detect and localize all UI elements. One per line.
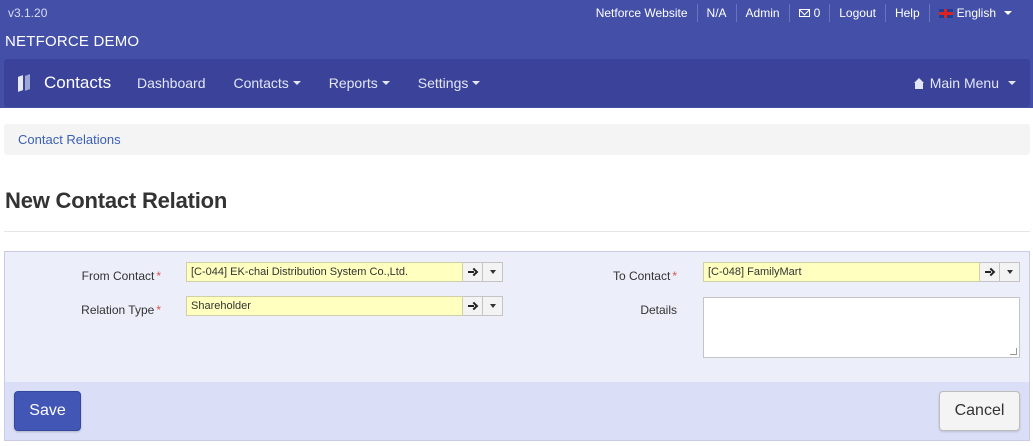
logout-label: Logout xyxy=(839,6,876,20)
version-label: v3.1.20 xyxy=(8,6,48,20)
nav-item-dashboard[interactable]: Dashboard xyxy=(123,59,220,107)
relation-type-dropdown-button[interactable] xyxy=(483,296,503,316)
nav-item-label: Contacts xyxy=(233,75,289,91)
contact-relation-form: From Contact * [C-044] EK-chai Distributi… xyxy=(4,251,1030,441)
home-icon xyxy=(913,77,925,89)
relation-type-open-button[interactable] xyxy=(463,296,483,316)
main-menu-label: Main Menu xyxy=(929,75,999,91)
to-contact-input[interactable]: [C-048] FamilyMart xyxy=(703,262,980,282)
to-contact-label: To Contact * xyxy=(585,269,677,283)
required-mark: * xyxy=(156,303,161,317)
inbox-count: 0 xyxy=(813,6,821,20)
app-header: v3.1.20 Netforce Website N/A Admin 0 Log… xyxy=(0,0,1033,108)
uk-flag-icon xyxy=(938,8,953,18)
to-contact-label-text: To Contact xyxy=(612,269,671,283)
chevron-down-icon xyxy=(1006,270,1013,274)
help-label: Help xyxy=(894,6,920,20)
chevron-down-icon xyxy=(472,81,481,85)
from-contact-field: [C-044] EK-chai Distribution System Co.,… xyxy=(186,262,503,282)
admin-link[interactable]: Admin xyxy=(735,4,789,22)
required-mark: * xyxy=(672,269,677,283)
chevron-down-icon xyxy=(381,81,390,85)
logout-link[interactable]: Logout xyxy=(829,4,885,22)
required-mark: * xyxy=(156,269,161,283)
nav-item-reports[interactable]: Reports xyxy=(315,59,404,107)
details-textarea[interactable] xyxy=(703,297,1020,358)
chevron-down-icon xyxy=(489,270,496,274)
company-name: NETFORCE DEMO xyxy=(5,33,140,50)
nav-item-contacts[interactable]: Contacts xyxy=(220,59,315,107)
from-contact-label-text: From Contact xyxy=(81,269,155,283)
nav-item-label: Settings xyxy=(417,75,469,91)
to-contact-dropdown-button[interactable] xyxy=(1000,262,1020,282)
from-contact-dropdown-button[interactable] xyxy=(483,262,503,282)
save-button[interactable]: Save xyxy=(14,391,81,431)
chevron-down-icon xyxy=(489,304,496,308)
help-link[interactable]: Help xyxy=(884,4,929,22)
admin-label: Admin xyxy=(745,6,780,20)
brand-label: Contacts xyxy=(44,73,112,92)
chevron-down-icon xyxy=(292,81,301,85)
arrow-right-icon xyxy=(985,268,994,276)
relation-type-label-text: Relation Type xyxy=(81,303,155,317)
na-label: N/A xyxy=(706,6,727,20)
nav-item-settings[interactable]: Settings xyxy=(404,59,495,107)
from-contact-open-button[interactable] xyxy=(463,262,483,282)
cancel-button[interactable]: Cancel xyxy=(939,391,1020,431)
nav-items: Dashboard Contacts Reports Settings xyxy=(123,59,494,107)
language-dropdown[interactable]: English xyxy=(928,4,1021,22)
main-menu-dropdown[interactable]: Main Menu xyxy=(913,59,1016,107)
netforce-website-link[interactable]: Netforce Website xyxy=(587,4,697,22)
to-contact-open-button[interactable] xyxy=(980,262,1000,282)
chevron-down-icon xyxy=(1008,81,1016,85)
relation-type-field: Shareholder xyxy=(186,296,503,316)
to-contact-field: [C-048] FamilyMart xyxy=(703,262,1020,282)
from-contact-input[interactable]: [C-044] EK-chai Distribution System Co.,… xyxy=(186,262,463,282)
arrow-right-icon xyxy=(468,268,477,276)
resize-handle-icon[interactable] xyxy=(1010,348,1017,355)
relation-type-input[interactable]: Shareholder xyxy=(186,296,463,316)
netforce-logo-icon xyxy=(18,74,32,92)
from-contact-label: From Contact * xyxy=(65,269,161,283)
top-links: Netforce Website N/A Admin 0 Logout Help… xyxy=(587,3,1021,23)
nav-item-label: Dashboard xyxy=(137,75,206,91)
envelope-icon xyxy=(798,9,810,17)
language-label: English xyxy=(956,6,996,20)
arrow-right-icon xyxy=(468,302,477,310)
breadcrumb: Contact Relations xyxy=(4,124,1030,155)
netforce-website-label: Netforce Website xyxy=(595,6,688,20)
brand-link[interactable]: Contacts xyxy=(18,59,111,107)
inbox-link[interactable]: 0 xyxy=(788,4,830,22)
details-label: Details xyxy=(640,303,677,317)
na-link[interactable]: N/A xyxy=(696,4,736,22)
form-actions: Save Cancel xyxy=(5,382,1029,440)
breadcrumb-link-contact-relations[interactable]: Contact Relations xyxy=(18,132,121,147)
title-divider xyxy=(4,231,1030,232)
main-navbar: Contacts Dashboard Contacts Reports Sett… xyxy=(4,59,1030,107)
nav-item-label: Reports xyxy=(328,75,378,91)
chevron-down-icon xyxy=(1004,11,1012,15)
page-title: New Contact Relation xyxy=(5,188,228,213)
relation-type-label: Relation Type * xyxy=(65,303,161,317)
